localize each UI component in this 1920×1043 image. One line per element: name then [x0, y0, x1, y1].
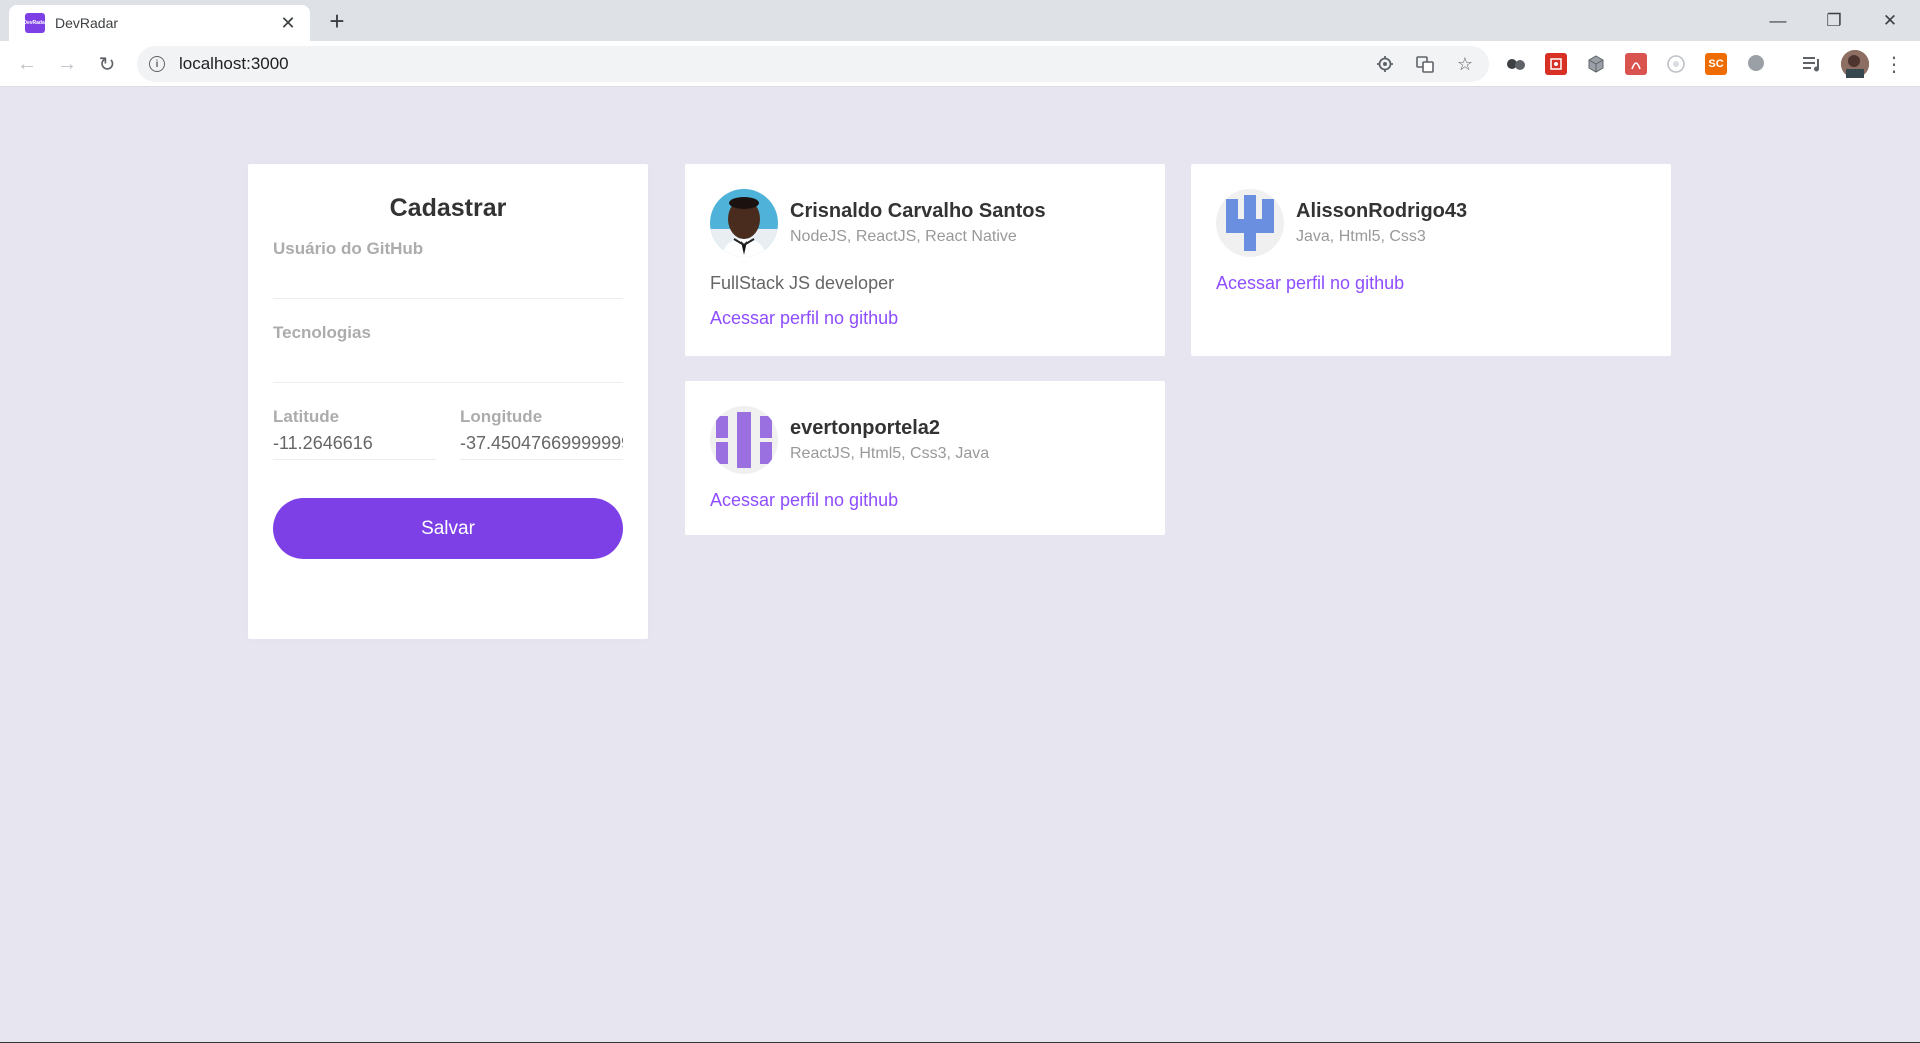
media-playlist-icon[interactable]	[1801, 53, 1823, 75]
extension-red-icon[interactable]	[1545, 53, 1567, 75]
window-close-button[interactable]: ✕	[1862, 0, 1918, 41]
dev-techs: ReactJS, Html5, Css3, Java	[790, 445, 990, 462]
location-icon[interactable]	[1373, 52, 1397, 76]
techs-label: Tecnologias	[273, 323, 371, 342]
site-info-icon[interactable]: i	[149, 56, 165, 72]
dev-name: AlissonRodrigo43	[1296, 200, 1468, 222]
browser-menu-icon[interactable]: ⋮	[1878, 48, 1910, 80]
extension-circle-icon[interactable]	[1665, 53, 1687, 75]
dev-card: evertonportela2 ReactJS, Html5, Css3, Ja…	[685, 381, 1165, 535]
extension-cube-icon[interactable]	[1585, 53, 1607, 75]
url-text[interactable]: localhost:3000	[179, 54, 1357, 74]
github-profile-link[interactable]: Acessar perfil no github	[710, 490, 1140, 511]
address-bar[interactable]: i localhost:3000 ☆	[137, 46, 1489, 82]
latitude-block: Latitude	[273, 407, 436, 460]
save-button[interactable]: Salvar	[273, 498, 623, 559]
dev-bio: FullStack JS developer	[710, 273, 895, 293]
latitude-label: Latitude	[273, 407, 340, 426]
dev-user-info: AlissonRodrigo43 Java, Html5, Css3	[1296, 200, 1467, 246]
translate-icon[interactable]	[1413, 52, 1437, 76]
dev-avatar	[1216, 189, 1284, 257]
dev-name: Crisnaldo Carvalho Santos	[790, 200, 1046, 222]
dev-user-info: evertonportela2 ReactJS, Html5, Css3, Ja…	[790, 417, 989, 463]
github-username-block: Usuário do GitHub	[273, 239, 623, 299]
extension-bubble-icon[interactable]	[1745, 53, 1767, 75]
dev-user-info: Crisnaldo Carvalho Santos NodeJS, ReactJ…	[790, 200, 1046, 246]
extension-sc-icon[interactable]: SC	[1705, 53, 1727, 75]
extension-glasses-icon[interactable]	[1505, 53, 1527, 75]
dev-avatar	[710, 406, 778, 474]
back-button[interactable]: ←	[11, 48, 43, 80]
dev-card: Crisnaldo Carvalho Santos NodeJS, ReactJ…	[685, 164, 1165, 356]
dev-techs: NodeJS, ReactJS, React Native	[790, 228, 1017, 245]
dev-name: evertonportela2	[790, 417, 941, 439]
minimize-button[interactable]: —	[1750, 0, 1806, 41]
dev-card-header: AlissonRodrigo43 Java, Html5, Css3	[1216, 189, 1646, 257]
dev-techs: Java, Html5, Css3	[1296, 228, 1426, 245]
forward-button[interactable]: →	[51, 48, 83, 80]
register-form-card: Cadastrar Usuário do GitHub Tecnologias …	[248, 164, 648, 639]
dev-card: AlissonRodrigo43 Java, Html5, Css3 Acess…	[1191, 164, 1671, 356]
tab-title: DevRadar	[55, 15, 119, 31]
devradar-favicon-icon: DevRadar	[23, 13, 47, 33]
new-tab-button[interactable]: +	[322, 6, 352, 36]
reload-button[interactable]: ↻	[91, 48, 123, 80]
techs-block: Tecnologias	[273, 323, 623, 383]
github-username-label: Usuário do GitHub	[273, 239, 424, 258]
form-title: Cadastrar	[389, 194, 507, 222]
dev-avatar	[710, 189, 778, 257]
dev-card-header: Crisnaldo Carvalho Santos NodeJS, ReactJ…	[710, 189, 1140, 257]
longitude-input[interactable]	[460, 427, 623, 460]
browser-tab[interactable]: DevRadar DevRadar ✕	[9, 5, 310, 41]
longitude-block: Longitude	[460, 407, 623, 460]
extension-pdf-icon[interactable]	[1625, 53, 1647, 75]
github-profile-link[interactable]: Acessar perfil no github	[1216, 273, 1646, 294]
browser-tab-bar: DevRadar DevRadar ✕ + — ❐ ✕	[0, 0, 1920, 41]
tab-close-icon[interactable]: ✕	[276, 13, 300, 34]
latitude-input[interactable]	[273, 427, 436, 460]
coordinates-row: Latitude Longitude	[273, 407, 623, 484]
restore-button[interactable]: ❐	[1806, 0, 1862, 41]
github-profile-link[interactable]: Acessar perfil no github	[710, 308, 1140, 329]
browser-toolbar: ← → ↻ i localhost:3000 ☆ SC ⋮	[0, 41, 1920, 87]
dev-card-header: evertonportela2 ReactJS, Html5, Css3, Ja…	[710, 406, 1140, 474]
github-username-input[interactable]	[273, 259, 623, 299]
bookmark-star-icon[interactable]: ☆	[1453, 52, 1477, 76]
profile-avatar-icon[interactable]	[1841, 50, 1869, 78]
techs-input[interactable]	[273, 343, 623, 383]
longitude-label: Longitude	[460, 407, 543, 426]
